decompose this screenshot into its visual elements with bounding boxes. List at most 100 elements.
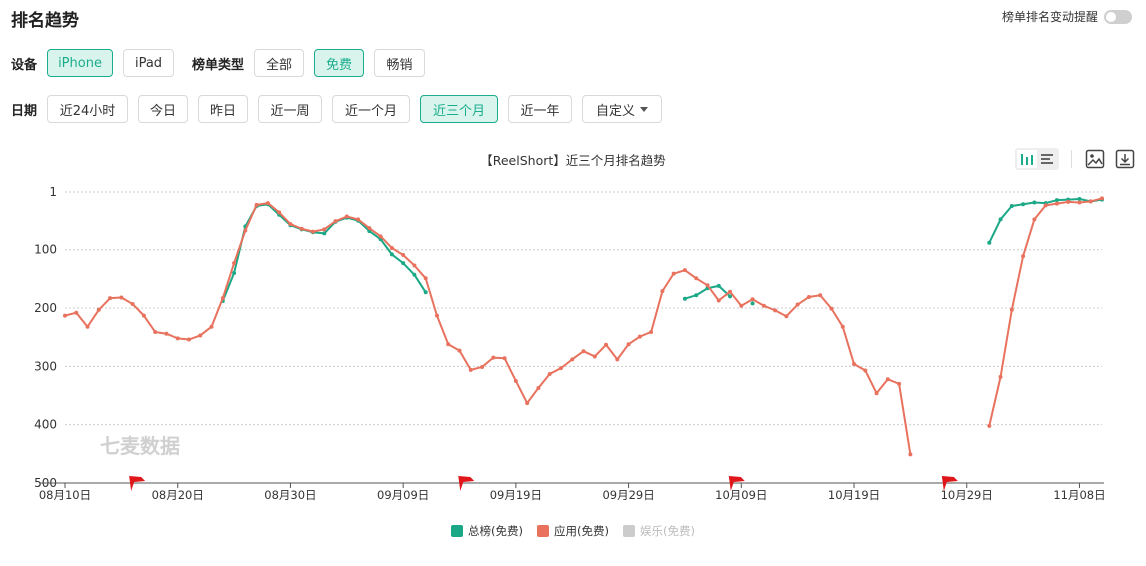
data-point <box>1066 199 1071 204</box>
data-point <box>750 297 755 302</box>
data-point <box>852 362 857 367</box>
data-point <box>682 268 687 273</box>
y-tick-label: 300 <box>34 359 57 373</box>
data-point <box>885 377 890 382</box>
data-point <box>232 271 237 276</box>
data-point <box>1100 196 1104 201</box>
legend-item-total[interactable]: 总榜(免费) <box>451 523 523 539</box>
data-point <box>1032 200 1037 205</box>
data-point <box>108 296 113 301</box>
data-point <box>423 290 428 295</box>
x-tick-label: 08月10日 <box>39 488 91 502</box>
data-point <box>412 272 417 277</box>
data-point <box>818 293 823 298</box>
x-tick-label: 10月09日 <box>715 488 767 502</box>
data-point <box>299 226 304 231</box>
data-point <box>513 378 518 383</box>
data-point <box>536 385 541 390</box>
legend-item-entertainment[interactable]: 娱乐(免费) <box>622 523 695 539</box>
data-point <box>322 231 327 236</box>
data-point <box>1043 203 1048 208</box>
x-tick-label: 09月19日 <box>490 488 542 502</box>
legend-label-app: 应用(免费) <box>554 524 609 538</box>
data-point <box>1009 307 1014 312</box>
data-point <box>1088 199 1093 204</box>
legend-label-total: 总榜(免费) <box>468 524 523 538</box>
data-point <box>198 333 203 338</box>
data-point <box>863 368 868 373</box>
x-tick-label: 09月09日 <box>377 488 429 502</box>
data-point <box>491 355 496 360</box>
data-point <box>378 234 383 239</box>
data-point <box>908 452 913 457</box>
y-tick-label: 100 <box>34 243 57 257</box>
data-point <box>987 423 992 428</box>
data-point <box>423 276 428 281</box>
watermark-text: 七麦数据 <box>100 434 180 458</box>
data-point <box>288 222 293 227</box>
data-point <box>716 283 721 288</box>
data-point <box>1021 254 1026 259</box>
data-point <box>412 263 417 268</box>
data-point <box>694 293 699 298</box>
data-point <box>897 381 902 386</box>
data-point <box>525 401 530 406</box>
data-point <box>220 296 225 301</box>
legend-item-app[interactable]: 应用(免费) <box>537 523 609 539</box>
data-point <box>604 342 609 347</box>
data-point <box>141 313 146 318</box>
y-tick-label: 400 <box>34 418 57 432</box>
data-point <box>333 219 338 224</box>
data-point <box>468 367 473 372</box>
data-point <box>615 357 620 362</box>
data-point <box>682 296 687 301</box>
data-point <box>277 210 282 215</box>
series-line <box>64 202 912 455</box>
data-point <box>85 324 90 329</box>
legend-swatch-entertainment <box>622 525 635 537</box>
data-point <box>716 298 721 303</box>
data-point <box>840 324 845 329</box>
data-point <box>367 226 372 231</box>
data-point <box>581 349 586 354</box>
data-point <box>243 228 248 233</box>
data-point <box>637 334 642 339</box>
data-point <box>998 374 1003 379</box>
data-point <box>1021 202 1026 207</box>
data-point <box>829 306 834 311</box>
data-point <box>63 313 67 318</box>
x-tick-label: 08月30日 <box>264 488 316 502</box>
data-point <box>502 356 507 361</box>
data-point <box>1054 201 1059 206</box>
data-point <box>356 217 361 222</box>
data-point <box>795 302 800 307</box>
data-point <box>626 342 631 347</box>
data-point <box>592 354 597 359</box>
data-point <box>446 342 451 347</box>
data-point <box>434 313 439 318</box>
data-point <box>344 214 349 219</box>
data-point <box>164 331 169 336</box>
data-point <box>773 308 778 313</box>
series-line <box>988 197 1103 427</box>
data-point <box>1077 200 1082 205</box>
data-point <box>310 229 315 234</box>
data-point <box>389 245 394 250</box>
data-point <box>1054 198 1059 203</box>
data-point <box>558 366 563 371</box>
data-point <box>389 252 394 257</box>
legend-label-entertainment: 娱乐(免费) <box>639 524 695 538</box>
data-point <box>761 303 766 308</box>
x-tick-label: 09月29日 <box>602 488 654 502</box>
data-point <box>694 276 699 281</box>
series-line <box>221 203 427 302</box>
data-point <box>119 295 124 300</box>
data-point <box>570 357 575 362</box>
data-point <box>209 324 214 329</box>
data-point <box>322 227 327 232</box>
data-point <box>254 202 259 207</box>
data-point <box>401 252 406 257</box>
data-point <box>750 301 755 306</box>
legend-swatch-total <box>451 525 464 537</box>
y-tick-label: 200 <box>34 301 57 315</box>
